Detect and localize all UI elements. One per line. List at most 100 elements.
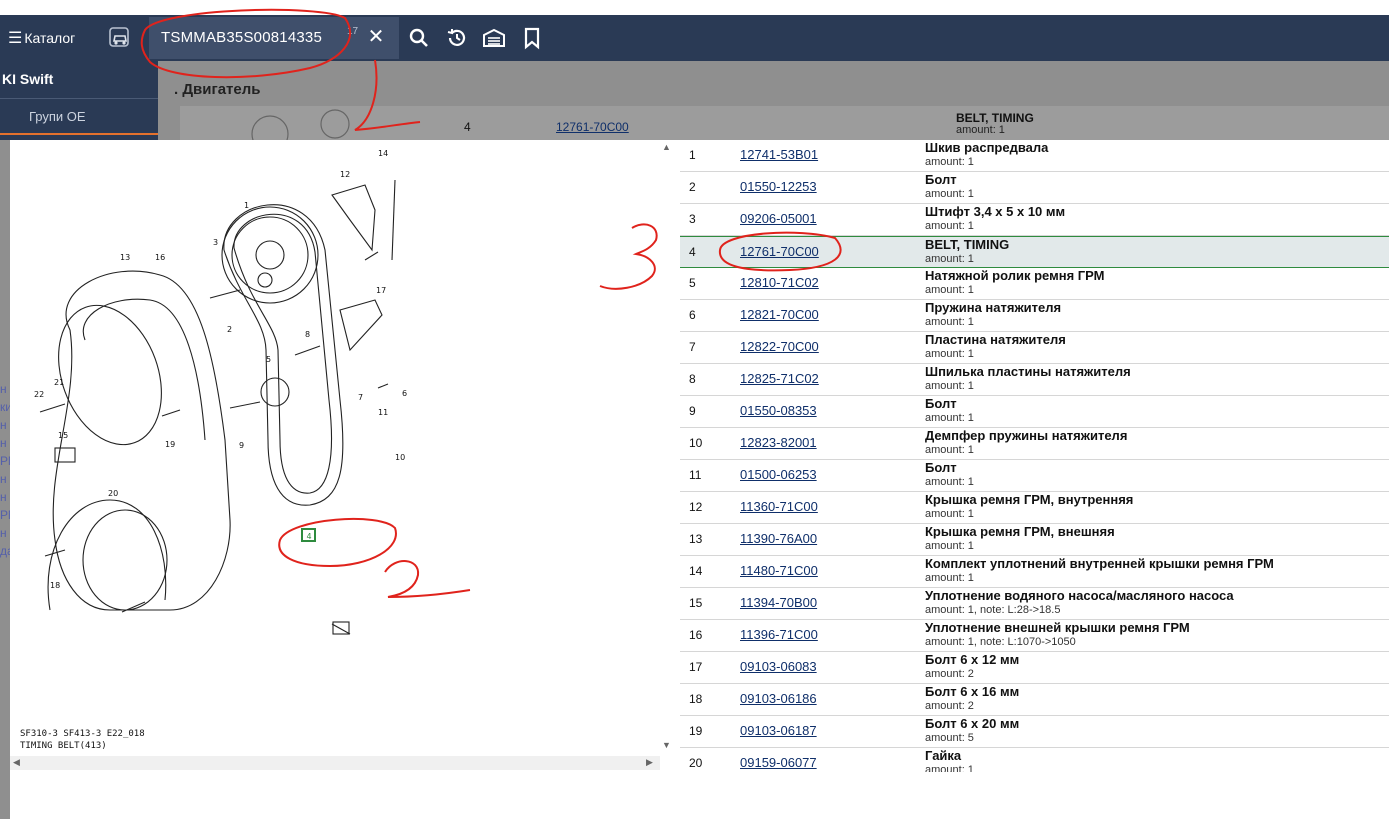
parts-table-row[interactable]: 18 09103-06186 Болт 6 x 16 мм amount: 2 bbox=[680, 684, 1389, 716]
garage-icon[interactable] bbox=[482, 26, 506, 50]
catalog-menu-button[interactable]: ☰ Каталог bbox=[8, 15, 75, 61]
parts-table-row[interactable]: 17 09103-06083 Болт 6 x 12 мм amount: 2 bbox=[680, 652, 1389, 684]
scroll-down-icon[interactable]: ▼ bbox=[662, 740, 671, 750]
parts-table-row[interactable]: 7 12822-70C00 Пластина натяжителя amount: 1 bbox=[680, 332, 1389, 364]
diagram-callout-label[interactable]: 21 bbox=[54, 378, 64, 387]
part-row-number: 14 bbox=[689, 564, 703, 578]
part-number-link[interactable]: 09103-06187 bbox=[740, 723, 817, 738]
parts-table-row[interactable]: 3 09206-05001 Штифт 3,4 x 5 x 10 мм amount:… bbox=[680, 204, 1389, 236]
diagram-callout-label[interactable]: 2 bbox=[227, 325, 232, 334]
part-number-link[interactable]: 11396-71C00 bbox=[740, 627, 818, 642]
background-side-letters: н ки н н РМ н н РМ н да bbox=[0, 382, 18, 558]
parts-table-row[interactable]: 5 12810-71C02 Натяжной ролик ремня ГРМ amou… bbox=[680, 268, 1389, 300]
diagram-callout-label[interactable]: 17 bbox=[376, 286, 386, 295]
parts-table-row[interactable]: 11 01500-06253 Болт amount: 1 bbox=[680, 460, 1389, 492]
part-number-link[interactable]: 11480-71C00 bbox=[740, 563, 818, 578]
diagram-callout-label[interactable]: 20 bbox=[108, 489, 118, 498]
diagram-callout-label[interactable]: 8 bbox=[305, 330, 310, 339]
scroll-right-icon[interactable]: ▶ bbox=[646, 757, 653, 768]
search-icon[interactable] bbox=[407, 26, 431, 50]
diagram-vertical-scrollbar[interactable]: ▲ ▼ bbox=[660, 140, 674, 756]
history-icon[interactable] bbox=[445, 26, 469, 50]
part-amount: amount: 1 bbox=[925, 220, 974, 232]
diagram-callout-label[interactable]: 6 bbox=[402, 389, 407, 398]
part-amount: amount: 1 bbox=[925, 412, 974, 424]
part-number-link[interactable]: 11394-70B00 bbox=[740, 595, 817, 610]
parts-table-row[interactable]: 16 11396-71C00 Уплотнение внешней крышки р… bbox=[680, 620, 1389, 652]
diagram-callout-label[interactable]: 1 bbox=[244, 201, 249, 210]
app-window: ☰ Каталог TSMMAB35S00814335 17 ✕ KI Swif… bbox=[0, 0, 1389, 819]
parts-table-row[interactable]: 20 09159-06077 Гайка amount: 1 bbox=[680, 748, 1389, 772]
background-row-part-link[interactable]: 12761-70C00 bbox=[556, 120, 629, 134]
part-name: Болт 6 x 20 мм bbox=[925, 716, 1020, 731]
part-number-link[interactable]: 09103-06186 bbox=[740, 691, 817, 706]
parts-table-row[interactable]: 6 12821-70C00 Пружина натяжителя amount: 1 bbox=[680, 300, 1389, 332]
scroll-left-icon[interactable]: ◀ bbox=[13, 757, 20, 768]
diagram-callout-label[interactable]: 10 bbox=[395, 453, 405, 462]
part-name: BELT, TIMING bbox=[925, 237, 1010, 252]
diagram-callout-label[interactable]: 18 bbox=[50, 581, 60, 590]
part-number-link[interactable]: 12761-70C00 bbox=[740, 244, 819, 259]
part-amount: amount: 1, note: L:1070->1050 bbox=[925, 636, 1076, 648]
parts-table-row[interactable]: 12 11360-71C00 Крышка ремня ГРМ, внутрення… bbox=[680, 492, 1389, 524]
diagram-callout-label[interactable]: 22 bbox=[34, 390, 44, 399]
part-number-link[interactable]: 01500-06253 bbox=[740, 467, 817, 482]
parts-table-row[interactable]: 1 12741-53B01 Шкив распредвала amount: 1 bbox=[680, 140, 1389, 172]
part-amount: amount: 1 bbox=[925, 380, 974, 392]
diagram-callout-label[interactable]: 9 bbox=[239, 441, 244, 450]
scroll-up-icon[interactable]: ▲ bbox=[662, 142, 671, 152]
part-number-link[interactable]: 12741-53B01 bbox=[740, 147, 818, 162]
diagram-callout-label[interactable]: 16 bbox=[155, 253, 165, 262]
part-row-number: 5 bbox=[689, 276, 696, 290]
sidebar-item-groups-oe[interactable]: Групи OE bbox=[29, 109, 86, 124]
diagram-callout-label[interactable]: 12 bbox=[340, 170, 350, 179]
parts-table-row[interactable]: 15 11394-70B00 Уплотнение водяного насоса/… bbox=[680, 588, 1389, 620]
diagram-callout-label[interactable]: 5 bbox=[266, 355, 271, 364]
diagram-horizontal-scrollbar[interactable]: ◀ ▶ bbox=[10, 756, 660, 770]
part-number-link[interactable]: 12825-71C02 bbox=[740, 371, 819, 386]
top-navbar: ☰ Каталог TSMMAB35S00814335 17 ✕ bbox=[0, 15, 1389, 61]
vin-search-field[interactable]: TSMMAB35S00814335 17 ✕ bbox=[149, 17, 399, 59]
part-row-number: 13 bbox=[689, 532, 703, 546]
part-number-link[interactable]: 12822-70C00 bbox=[740, 339, 819, 354]
diagram-callout-label[interactable]: 19 bbox=[165, 440, 175, 449]
part-number-link[interactable]: 11360-71C00 bbox=[740, 499, 818, 514]
part-row-number: 15 bbox=[689, 596, 703, 610]
part-number-link[interactable]: 12823-82001 bbox=[740, 435, 817, 450]
diagram-callout-label[interactable]: 14 bbox=[378, 149, 388, 158]
diagram-callout-label[interactable]: 3 bbox=[213, 238, 218, 247]
diagram-viewer[interactable]: 4 1 2 3 5 6 7 8 9 10 11 12 13 14 15 16 17 18 19 20 21 22 SF3… bbox=[10, 140, 660, 756]
diagram-callout-label[interactable]: 15 bbox=[58, 431, 68, 440]
part-number-link[interactable]: 09159-06077 bbox=[740, 755, 817, 770]
sidebar-model-title[interactable]: KI Swift bbox=[2, 71, 53, 87]
parts-table-row[interactable]: 2 01550-12253 Болт amount: 1 bbox=[680, 172, 1389, 204]
sidebar: KI Swift Групи OE bbox=[0, 61, 158, 140]
parts-table-row[interactable]: 8 12825-71C02 Шпилька пластины натяжителя a… bbox=[680, 364, 1389, 396]
clear-search-icon[interactable]: ✕ bbox=[365, 26, 387, 48]
background-row-amount: amount: 1 bbox=[956, 124, 1005, 136]
diagram-callout-label[interactable]: 13 bbox=[120, 253, 130, 262]
parts-table-row[interactable]: 13 11390-76A00 Крышка ремня ГРМ, внешняя am… bbox=[680, 524, 1389, 556]
part-number-link[interactable]: 01550-12253 bbox=[740, 179, 817, 194]
part-number-link[interactable]: 01550-08353 bbox=[740, 403, 817, 418]
part-amount: amount: 1 bbox=[925, 156, 974, 168]
diagram-callout-label[interactable]: 11 bbox=[378, 408, 388, 417]
vin-search-value[interactable]: TSMMAB35S00814335 bbox=[161, 29, 322, 46]
part-amount: amount: 1 bbox=[925, 764, 974, 772]
part-name: Крышка ремня ГРМ, внешняя bbox=[925, 524, 1115, 539]
part-number-link[interactable]: 11390-76A00 bbox=[740, 531, 817, 546]
part-number-link[interactable]: 12821-70C00 bbox=[740, 307, 819, 322]
part-amount: amount: 1 bbox=[925, 348, 974, 360]
parts-table-row[interactable]: 4 12761-70C00 BELT, TIMING amount: 1 bbox=[680, 236, 1389, 268]
parts-table-row[interactable]: 10 12823-82001 Демпфер пружины натяжителя a… bbox=[680, 428, 1389, 460]
garage-car-icon[interactable] bbox=[107, 25, 133, 51]
catalog-label: Каталог bbox=[24, 30, 76, 46]
part-number-link[interactable]: 12810-71C02 bbox=[740, 275, 819, 290]
parts-table-row[interactable]: 9 01550-08353 Болт amount: 1 bbox=[680, 396, 1389, 428]
part-number-link[interactable]: 09103-06083 bbox=[740, 659, 817, 674]
parts-table-row[interactable]: 14 11480-71C00 Комплект уплотнений внутрен… bbox=[680, 556, 1389, 588]
parts-table-row[interactable]: 19 09103-06187 Болт 6 x 20 мм amount: 5 bbox=[680, 716, 1389, 748]
part-number-link[interactable]: 09206-05001 bbox=[740, 211, 817, 226]
bookmark-icon[interactable] bbox=[520, 26, 544, 50]
diagram-callout-label[interactable]: 7 bbox=[358, 393, 363, 402]
